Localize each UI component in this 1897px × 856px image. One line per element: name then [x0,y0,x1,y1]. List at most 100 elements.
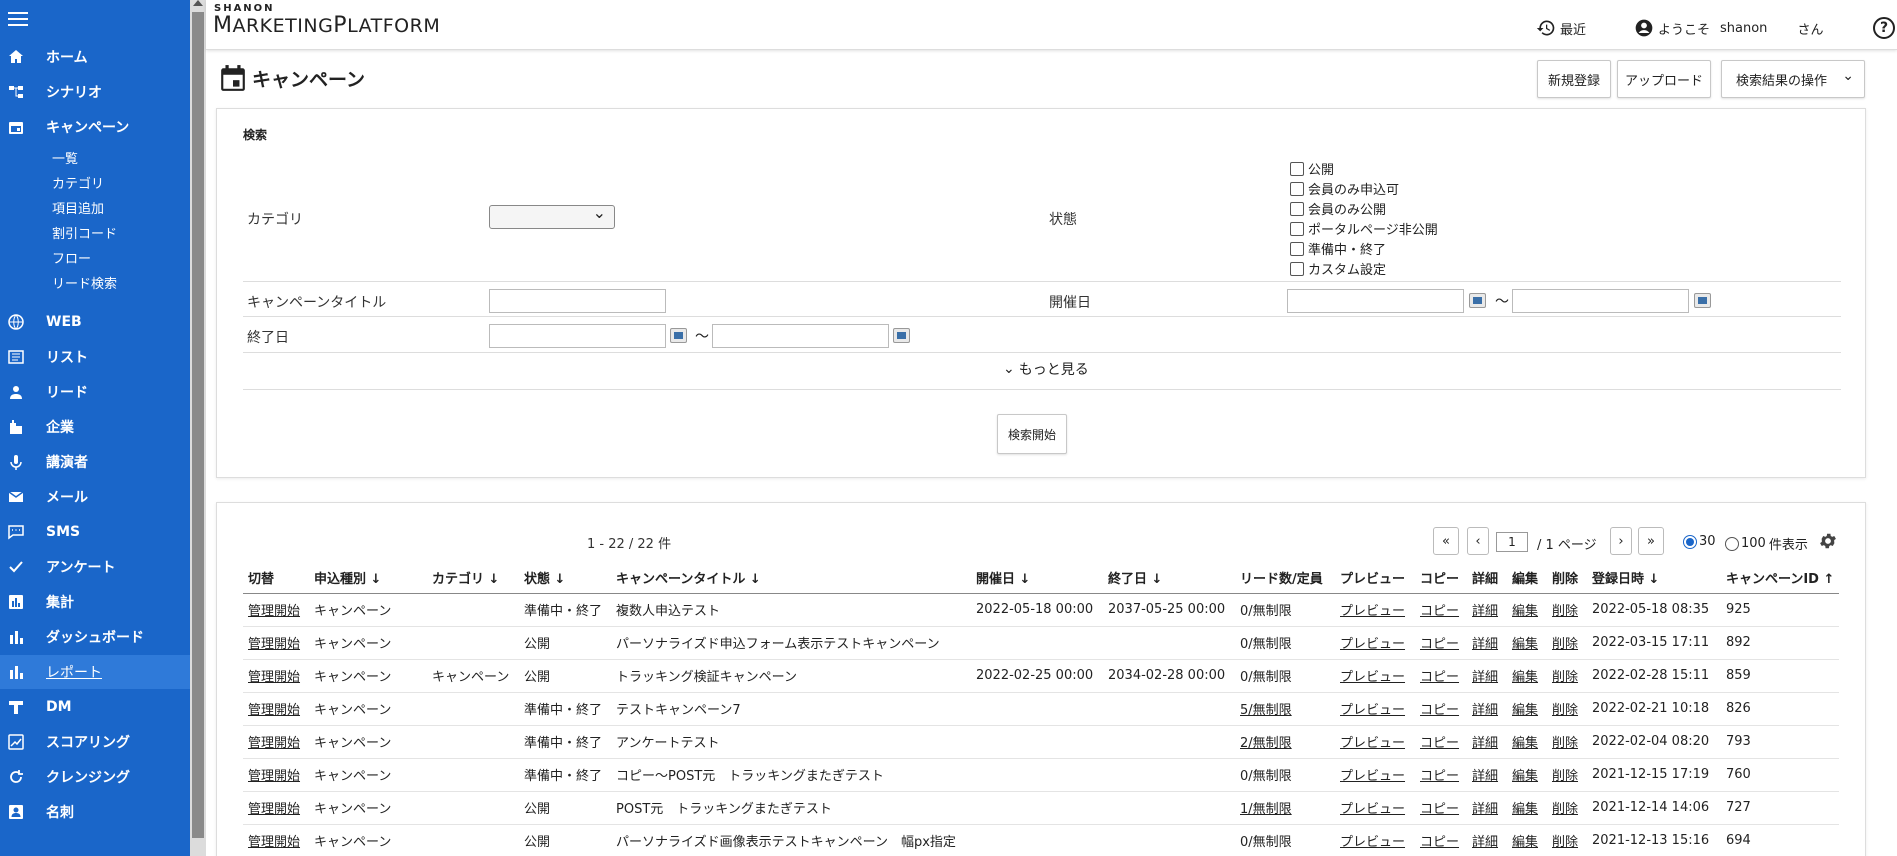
sidebar-subitem[interactable]: フロー [52,248,91,267]
gear-icon[interactable] [1818,531,1838,551]
status-checkbox-members-public[interactable]: 会員のみ公開 [1290,199,1386,218]
sidebar-item-3[interactable]: WEB [0,305,190,339]
column-header[interactable]: 登録日時 ↓ [1587,563,1721,594]
menu-icon[interactable] [8,12,28,28]
status-checkbox-public[interactable]: 公開 [1290,159,1334,178]
last-page-button[interactable]: » [1638,527,1664,555]
sidebar-item-15[interactable]: スコアリング [0,725,190,759]
row-link[interactable]: 1/無制限 [1240,802,1292,817]
show-more-link[interactable]: ⌄ もっと見る [1003,359,1089,379]
row-link[interactable]: 管理開始 [248,769,300,784]
row-link[interactable]: コピー [1420,637,1459,652]
sidebar-item-8[interactable]: メール [0,480,190,514]
sidebar-item-7[interactable]: 講演者 [0,445,190,479]
sidebar-item-16[interactable]: クレンジング [0,760,190,794]
row-link[interactable]: 編集 [1512,802,1538,817]
column-header[interactable]: 開催日 ↓ [971,563,1103,594]
sidebar-item-5[interactable]: リード [0,375,190,409]
row-link[interactable]: 管理開始 [248,703,300,718]
sidebar-subitem[interactable]: 項目追加 [52,198,104,217]
row-link[interactable]: 管理開始 [248,637,300,652]
row-link[interactable]: 削除 [1552,835,1578,850]
sidebar-item-0[interactable]: ホーム [0,40,190,74]
status-checkbox-portal-hidden[interactable]: ポータルページ非公開 [1290,219,1438,238]
scrollbar-thumb[interactable] [192,12,204,838]
column-header[interactable]: 申込種別 ↓ [309,563,427,594]
row-link[interactable]: 削除 [1552,769,1578,784]
scroll-up-arrow-icon[interactable] [193,0,203,6]
row-link[interactable]: 詳細 [1472,769,1498,784]
new-button[interactable]: 新規登録 [1537,60,1611,98]
row-link[interactable]: プレビュー [1340,736,1405,751]
row-link[interactable]: コピー [1420,835,1459,850]
row-link[interactable]: プレビュー [1340,670,1405,685]
row-link[interactable]: 詳細 [1472,835,1498,850]
user-menu[interactable]: ようこそ shanon さん [1634,18,1823,38]
row-link[interactable]: 編集 [1512,670,1538,685]
sidebar-scrollbar[interactable] [190,0,206,856]
sidebar-item-12[interactable]: ダッシュボード [0,620,190,654]
row-link[interactable]: 詳細 [1472,637,1498,652]
category-select[interactable] [489,203,615,229]
row-link[interactable]: 削除 [1552,637,1578,652]
end-date-from-input[interactable] [489,324,666,348]
calendar-picker-icon[interactable] [893,328,910,343]
first-page-button[interactable]: « [1433,527,1459,555]
sidebar-item-14[interactable]: DM [0,690,190,724]
prev-page-button[interactable]: ‹ [1467,527,1489,555]
recent-link[interactable]: 最近 [1536,18,1586,38]
row-link[interactable]: 詳細 [1472,670,1498,685]
row-link[interactable]: 編集 [1512,736,1538,751]
calendar-picker-icon[interactable] [670,328,687,343]
row-link[interactable]: 編集 [1512,835,1538,850]
upload-button[interactable]: アップロード [1617,60,1711,98]
row-link[interactable]: 編集 [1512,637,1538,652]
row-link[interactable]: 管理開始 [248,670,300,685]
calendar-picker-icon[interactable] [1469,293,1486,308]
column-header[interactable]: 終了日 ↓ [1103,563,1235,594]
sidebar-item-6[interactable]: 企業 [0,410,190,444]
row-link[interactable]: 削除 [1552,736,1578,751]
column-header[interactable]: キャンペーンID ↑ [1721,563,1840,594]
row-link[interactable]: プレビュー [1340,703,1405,718]
sidebar-item-4[interactable]: リスト [0,340,190,374]
sidebar-subitem[interactable]: 一覧 [52,148,78,167]
row-link[interactable]: 管理開始 [248,736,300,751]
row-link[interactable]: プレビュー [1340,637,1405,652]
event-date-to-input[interactable] [1512,289,1689,313]
row-link[interactable]: 詳細 [1472,802,1498,817]
help-icon[interactable]: ? [1873,17,1895,39]
sidebar-subitem[interactable]: 割引コード [52,223,117,242]
sidebar-item-11[interactable]: 集計 [0,585,190,619]
row-link[interactable]: 編集 [1512,703,1538,718]
sidebar-subitem[interactable]: リード検索 [52,273,117,292]
row-link[interactable]: 削除 [1552,703,1578,718]
row-link[interactable]: 5/無制限 [1240,703,1292,718]
row-link[interactable]: 2/無制限 [1240,736,1292,751]
row-link[interactable]: コピー [1420,736,1459,751]
row-link[interactable]: 編集 [1512,604,1538,619]
actions-select[interactable]: 検索結果の操作 ⌄ [1721,60,1865,98]
status-checkbox-custom[interactable]: カスタム設定 [1290,259,1386,278]
row-link[interactable]: コピー [1420,604,1459,619]
title-input[interactable] [489,289,666,313]
column-header[interactable]: カテゴリ ↓ [427,563,519,594]
calendar-picker-icon[interactable] [1694,293,1711,308]
row-link[interactable]: プレビュー [1340,802,1405,817]
row-link[interactable]: 詳細 [1472,604,1498,619]
row-link[interactable]: コピー [1420,769,1459,784]
row-link[interactable]: 管理開始 [248,802,300,817]
status-checkbox-preparing-ended[interactable]: 準備中・終了 [1290,239,1386,258]
end-date-to-input[interactable] [712,324,889,348]
row-link[interactable]: 管理開始 [248,604,300,619]
row-link[interactable]: コピー [1420,703,1459,718]
column-header[interactable]: キャンペーンタイトル ↓ [611,563,971,594]
page-number-input[interactable]: 1 [1496,532,1528,552]
per-page-100-radio[interactable]: 100 件表示 [1725,534,1808,553]
row-link[interactable]: プレビュー [1340,604,1405,619]
event-date-from-input[interactable] [1287,289,1464,313]
sidebar-item-9[interactable]: SMS [0,515,190,549]
row-link[interactable]: プレビュー [1340,835,1405,850]
status-checkbox-members-apply[interactable]: 会員のみ申込可 [1290,179,1399,198]
row-link[interactable]: 管理開始 [248,835,300,850]
